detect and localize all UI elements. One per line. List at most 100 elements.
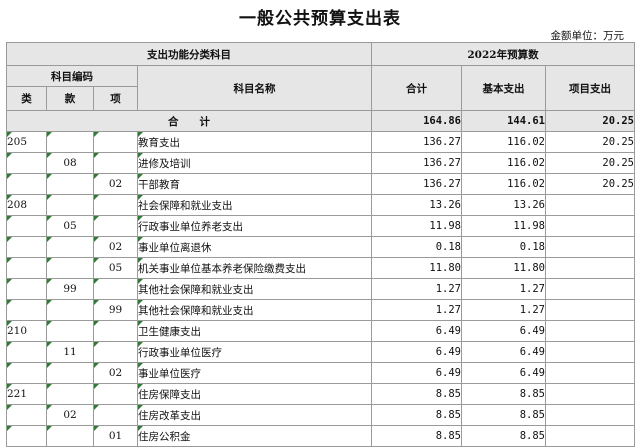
lei-code-cell [6, 362, 47, 384]
lei-code-cell: 208 [6, 194, 47, 216]
page-title: 一般公共预算支出表 [239, 9, 401, 29]
item-name-cell: 住房改革支出 [137, 404, 372, 426]
lei-code-cell [6, 236, 47, 258]
xiang-code-cell [93, 320, 138, 342]
basic-cell: 13.26 [461, 194, 546, 216]
header-lei: 类 [6, 86, 47, 111]
xiang-code-cell [93, 131, 138, 153]
lei-code-cell: 221 [6, 383, 47, 405]
project-cell [545, 425, 635, 447]
lei-code-cell [6, 299, 47, 321]
kuan-code-cell: 11 [46, 341, 94, 363]
xiang-code-cell [93, 215, 138, 237]
item-name-cell: 进修及培训 [137, 152, 372, 174]
table-row: 11 行政事业单位医疗 6.49 6.49 [6, 341, 635, 363]
basic-cell: 116.02 [461, 131, 546, 153]
lei-code-cell [6, 425, 47, 447]
kuan-code-cell: 05 [46, 215, 94, 237]
total-cell: 136.27 [371, 131, 462, 153]
total-cell: 8.85 [371, 404, 462, 426]
total-basic: 144.61 [461, 110, 546, 132]
project-cell [545, 278, 635, 300]
basic-cell: 1.27 [461, 299, 546, 321]
item-name-cell: 事业单位医疗 [137, 362, 372, 384]
xiang-code-cell [93, 194, 138, 216]
item-name-cell: 卫生健康支出 [137, 320, 372, 342]
project-cell [545, 320, 635, 342]
lei-code-cell [6, 173, 47, 195]
item-name-cell: 机关事业单位基本养老保险缴费支出 [137, 257, 372, 279]
total-cell: 11.80 [371, 257, 462, 279]
total-label: 合 计 [6, 110, 372, 132]
total-project: 20.25 [545, 110, 635, 132]
table-row: 99 其他社会保障和就业支出 1.27 1.27 [6, 278, 635, 300]
kuan-code-cell: 02 [46, 404, 94, 426]
project-cell [545, 341, 635, 363]
xiang-code-cell: 02 [93, 362, 138, 384]
basic-cell: 11.80 [461, 257, 546, 279]
header-kuan: 款 [46, 86, 94, 111]
kuan-code-cell: 08 [46, 152, 94, 174]
header-row-2: 科目编码 科目名称 合计 基本支出 项目支出 [6, 65, 635, 111]
total-cell: 8.85 [371, 425, 462, 447]
basic-cell: 6.49 [461, 362, 546, 384]
header-code-group: 科目编码 [6, 65, 138, 87]
table-row: 210 卫生健康支出 6.49 6.49 [6, 320, 635, 342]
kuan-code-cell [46, 362, 94, 384]
header-xiang: 项 [93, 86, 138, 111]
table-row: 208 社会保障和就业支出 13.26 13.26 [6, 194, 635, 216]
total-cell: 6.49 [371, 320, 462, 342]
project-cell [545, 194, 635, 216]
table-row: 02 住房改革支出 8.85 8.85 [6, 404, 635, 426]
lei-code-cell [6, 152, 47, 174]
lei-code-cell [6, 278, 47, 300]
total-row: 合 计 164.86 144.61 20.25 [6, 110, 635, 132]
kuan-code-cell [46, 194, 94, 216]
xiang-code-cell [93, 152, 138, 174]
basic-cell: 8.85 [461, 425, 546, 447]
header-item-name: 科目名称 [137, 65, 372, 111]
basic-cell: 6.49 [461, 341, 546, 363]
xiang-code-cell: 99 [93, 299, 138, 321]
project-cell: 20.25 [545, 131, 635, 153]
xiang-code-cell: 02 [93, 173, 138, 195]
project-cell: 20.25 [545, 173, 635, 195]
project-cell: 20.25 [545, 152, 635, 174]
xiang-code-cell [93, 383, 138, 405]
total-cell: 0.18 [371, 236, 462, 258]
kuan-code-cell [46, 383, 94, 405]
kuan-code-cell [46, 257, 94, 279]
kuan-code-cell [46, 299, 94, 321]
basic-cell: 116.02 [461, 173, 546, 195]
total-cell: 1.27 [371, 278, 462, 300]
lei-code-cell: 205 [6, 131, 47, 153]
lei-code-cell: 210 [6, 320, 47, 342]
kuan-code-cell [46, 425, 94, 447]
kuan-code-cell [46, 320, 94, 342]
item-name-cell: 行政事业单位养老支出 [137, 215, 372, 237]
header-project-expenditure: 项目支出 [545, 65, 635, 111]
total-cell: 11.98 [371, 215, 462, 237]
basic-cell: 6.49 [461, 320, 546, 342]
table-row: 08 进修及培训 136.27 116.02 20.25 [6, 152, 635, 174]
xiang-code-cell [93, 278, 138, 300]
lei-code-cell [6, 215, 47, 237]
item-name-cell: 住房公积金 [137, 425, 372, 447]
item-name-cell: 社会保障和就业支出 [137, 194, 372, 216]
lei-code-cell [6, 341, 47, 363]
budget-expenditure-table: 支出功能分类科目 2022年预算数 科目编码 科目名称 合计 基本支出 项目支出… [6, 42, 635, 447]
header-budget-year: 2022年预算数 [371, 42, 635, 66]
basic-cell: 0.18 [461, 236, 546, 258]
basic-cell: 8.85 [461, 383, 546, 405]
lei-code-cell [6, 257, 47, 279]
project-cell [545, 257, 635, 279]
item-name-cell: 其他社会保障和就业支出 [137, 278, 372, 300]
amount-unit-label: 金额单位：万元 [550, 30, 625, 42]
project-cell [545, 362, 635, 384]
kuan-code-cell [46, 236, 94, 258]
kuan-code-cell [46, 131, 94, 153]
basic-cell: 116.02 [461, 152, 546, 174]
total-cell: 8.85 [371, 383, 462, 405]
kuan-code-cell: 99 [46, 278, 94, 300]
item-name-cell: 其他社会保障和就业支出 [137, 299, 372, 321]
